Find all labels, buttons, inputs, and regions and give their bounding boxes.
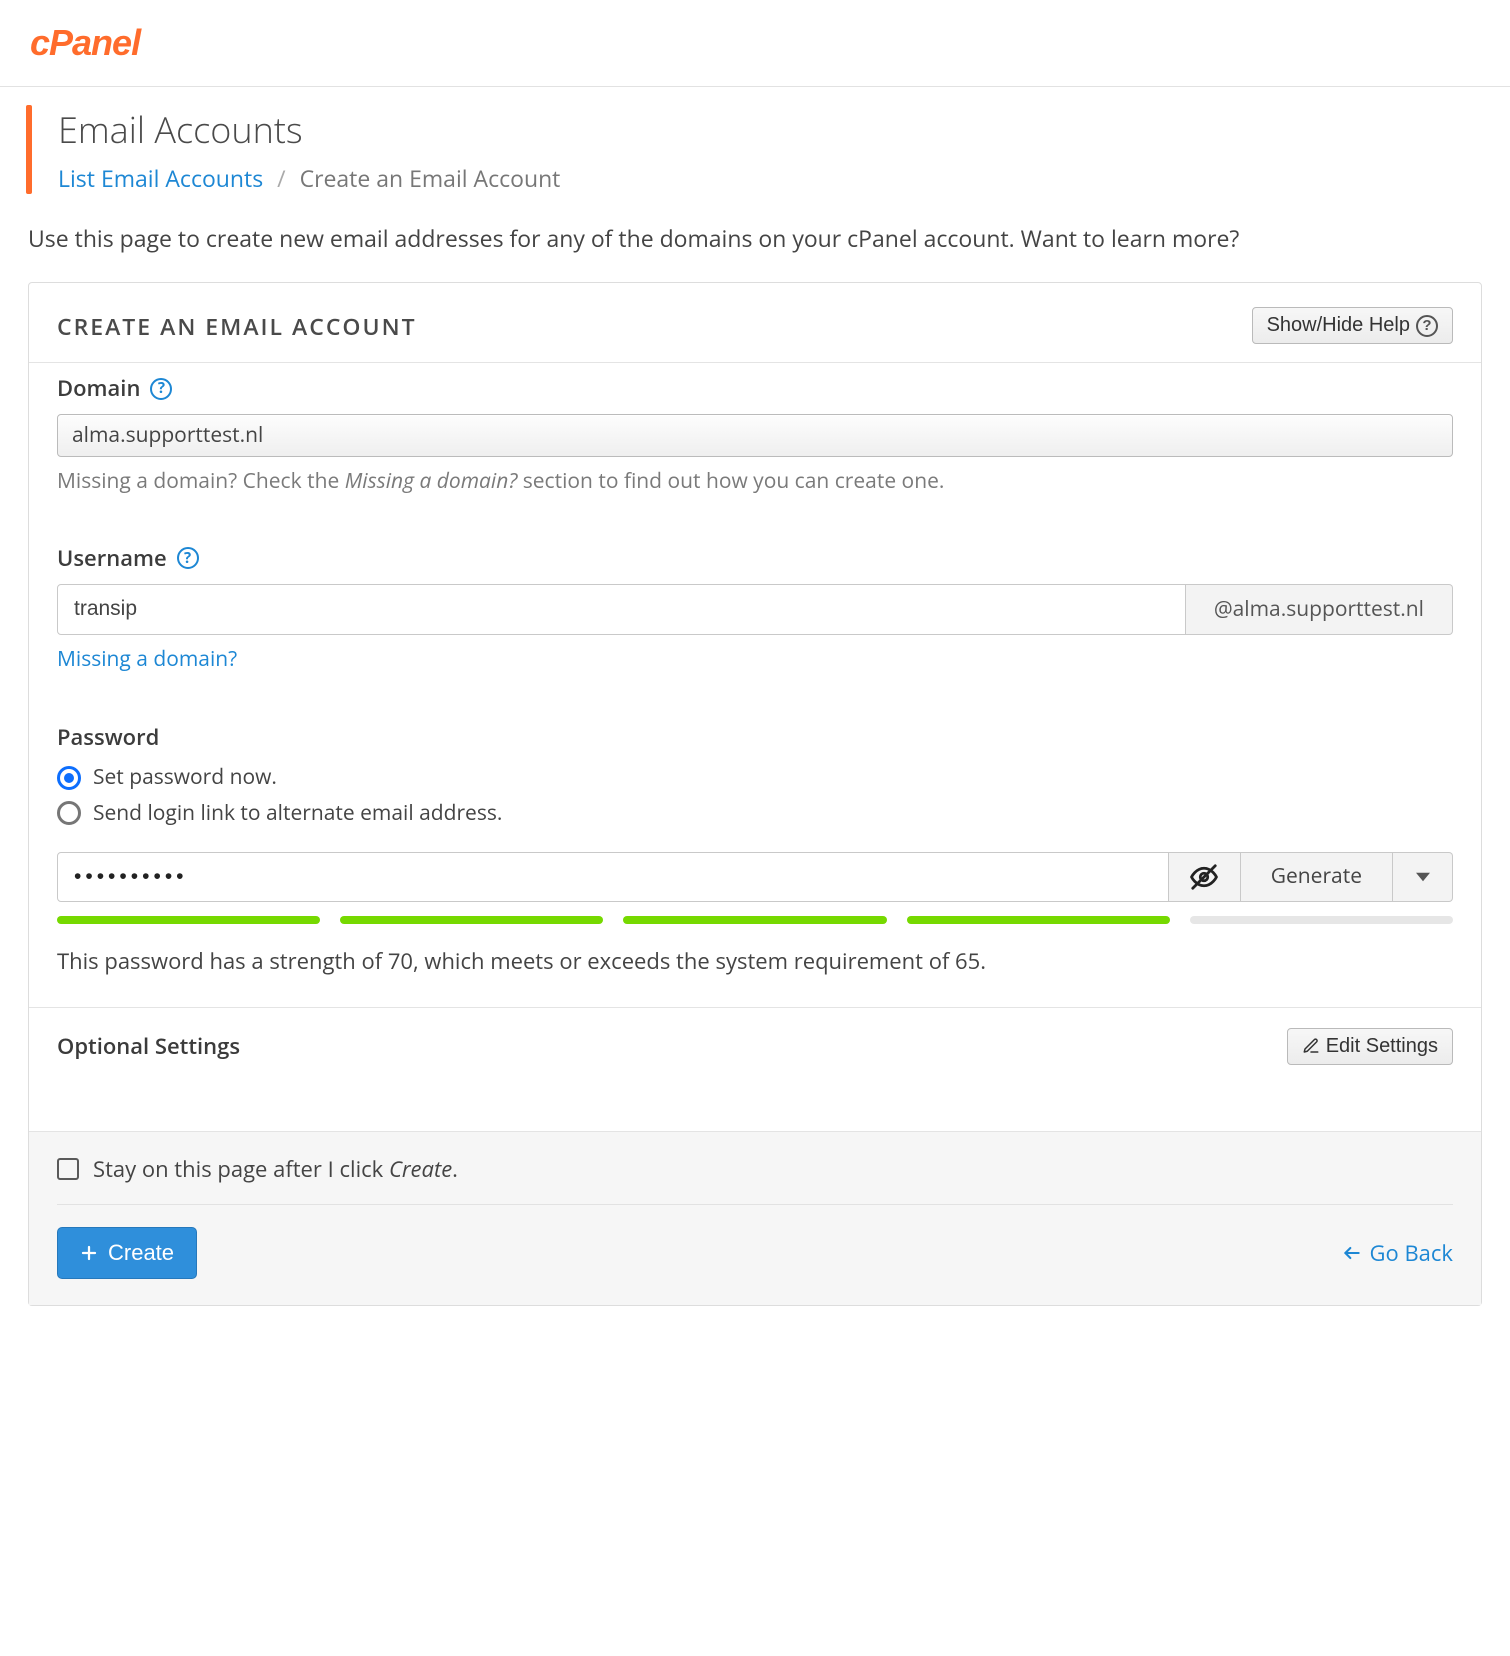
help-icon[interactable]: ? [150,378,172,400]
plus-icon [80,1244,98,1262]
page-head: Email Accounts List Email Accounts / Cre… [0,87,1510,206]
help-icon[interactable]: ? [177,547,199,569]
create-label: Create [108,1240,174,1266]
domain-select[interactable]: alma.supporttest.nl [57,414,1453,457]
domain-label: Domain ? [57,373,1453,404]
create-button[interactable]: Create [57,1227,197,1279]
domain-label-text: Domain [57,373,140,404]
stay-label: Stay on this page after I click Create. [93,1154,458,1185]
strength-seg [1190,916,1453,924]
password-option-now[interactable]: Set password now. [57,763,1453,792]
breadcrumb: List Email Accounts / Create an Email Ac… [58,162,1510,194]
password-option-send[interactable]: Send login link to alternate email addre… [57,799,1453,828]
stay-on-page-row[interactable]: Stay on this page after I click Create. [57,1154,1453,1206]
missing-domain-link[interactable]: Missing a domain? [57,645,237,674]
caret-down-icon [1416,870,1430,884]
strength-seg [340,916,603,924]
cpanel-logo: cPanel [30,22,140,63]
generate-dropdown-button[interactable] [1393,852,1453,902]
username-input[interactable] [57,584,1186,635]
breadcrumb-link[interactable]: List Email Accounts [58,162,263,194]
help-icon: ? [1416,315,1438,337]
edit-settings-label: Edit Settings [1326,1035,1438,1058]
password-strength-text: This password has a strength of 70, whic… [57,946,1453,977]
toggle-visibility-button[interactable] [1169,852,1241,902]
password-label: Password [57,722,1453,753]
password-label-text: Password [57,722,159,753]
username-domain-addon: @alma.supporttest.nl [1186,584,1453,635]
show-hide-help-label: Show/Hide Help [1267,314,1410,337]
strength-seg [57,916,320,924]
go-back-label: Go Back [1370,1238,1453,1269]
eye-slash-icon [1189,862,1219,892]
username-label-text: Username [57,543,167,574]
password-option-now-label: Set password now. [93,763,277,792]
domain-hint: Missing a domain? Check the Missing a do… [57,467,1453,496]
create-panel: CREATE AN EMAIL ACCOUNT Show/Hide Help ?… [28,282,1482,1306]
generate-button[interactable]: Generate [1241,852,1393,902]
password-strength-meter [57,916,1453,924]
strength-seg [623,916,886,924]
optional-settings-title: Optional Settings [57,1031,240,1062]
go-back-link[interactable]: Go Back [1342,1238,1453,1269]
breadcrumb-sep: / [269,162,293,194]
password-option-send-label: Send login link to alternate email addre… [93,799,502,828]
accent-bar [26,105,32,194]
show-hide-help-button[interactable]: Show/Hide Help ? [1252,307,1453,344]
radio-icon [57,766,81,790]
arrow-left-icon [1342,1243,1362,1263]
password-input[interactable] [57,852,1169,902]
radio-icon [57,801,81,825]
edit-settings-button[interactable]: Edit Settings [1287,1028,1453,1065]
breadcrumb-current: Create an Email Account [300,162,561,194]
top-header: cPanel [0,0,1510,87]
section-title: CREATE AN EMAIL ACCOUNT [57,310,417,342]
pencil-icon [1302,1037,1320,1055]
page-description: Use this page to create new email addres… [0,206,1510,282]
strength-seg [907,916,1170,924]
username-label: Username ? [57,543,1453,574]
footer-section: Stay on this page after I click Create. … [29,1132,1481,1306]
stay-checkbox[interactable] [57,1158,79,1180]
page-title: Email Accounts [58,105,1510,155]
